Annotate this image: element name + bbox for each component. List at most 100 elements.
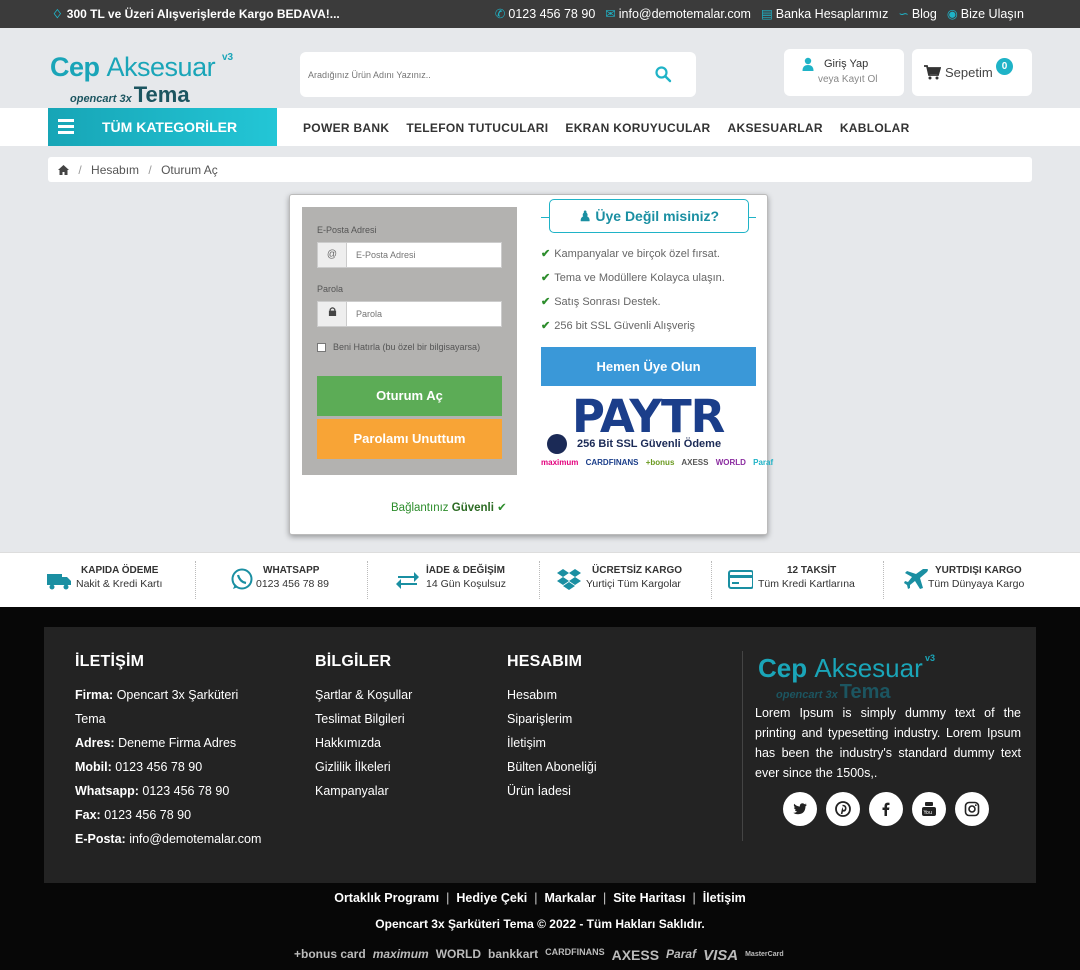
menu-item-aksesuarlar[interactable]: AKSESUARLAR	[728, 121, 823, 135]
user-icon	[802, 57, 814, 71]
contact-link[interactable]: İletişim	[703, 891, 746, 905]
sitemap-link[interactable]: Site Haritası	[613, 891, 685, 905]
footer-link[interactable]: Bülten Aboneliği	[507, 755, 597, 779]
payment-logo: bankkart	[488, 947, 539, 961]
forgot-password-button[interactable]: Parolamı Unuttum	[317, 419, 502, 459]
bank-logos: maximum CARDFINANS +bonus AXESS WORLD Pa…	[541, 458, 774, 467]
svg-text:You: You	[923, 810, 933, 816]
hamburger-icon	[58, 119, 74, 134]
breadcrumb-login[interactable]: Oturum Aç	[161, 163, 218, 177]
footer-panel: İLETİŞİM Firma: Opencart 3x Şarküteri Te…	[44, 627, 1036, 883]
remember-me-checkbox[interactable]	[317, 343, 326, 352]
footer-link[interactable]: İletişim	[507, 731, 597, 755]
footer-link[interactable]: Kampanyalar	[315, 779, 412, 803]
free-shipping-promo: ♢ 300 TL ve Üzeri Alışverişlerde Kargo BE…	[52, 7, 340, 21]
site-footer: İLETİŞİM Firma: Opencart 3x Şarküteri Te…	[0, 607, 1080, 970]
instagram-icon[interactable]	[955, 792, 989, 826]
twitter-icon[interactable]	[783, 792, 817, 826]
payment-logos: +bonus card maximum WORLD bankkart CARDF…	[294, 947, 784, 964]
feature-strip: KAPIDA ÖDEME Nakit & Kredi Kartı WHATSAP…	[0, 552, 1080, 607]
check-icon: ✔	[541, 248, 551, 260]
all-categories-button[interactable]: TÜM KATEGORİLER	[48, 108, 277, 146]
benefit-item: ✔ Tema ve Modüllere Kolayca ulaşın.	[541, 272, 725, 284]
menu-item-kablolar[interactable]: KABLOLAR	[840, 121, 910, 135]
benefit-item: ✔ Satış Sonrası Destek.	[541, 296, 661, 308]
exchange-icon	[396, 572, 419, 589]
facebook-icon[interactable]	[869, 792, 903, 826]
social-links: You	[783, 792, 989, 826]
credit-card-icon: ▤	[760, 7, 773, 21]
top-contact-link[interactable]: ◉ Bize Ulaşın	[947, 6, 1024, 21]
footer-info: BİLGİLER Şartlar & Koşullar Teslimat Bil…	[315, 653, 412, 803]
feature-free-shipping: ÜCRETSİZ KARGO Yurtiçi Tüm Kargolar	[557, 563, 697, 599]
footer-link[interactable]: Hesabım	[507, 683, 597, 707]
youtube-icon[interactable]: You	[912, 792, 946, 826]
login-card: E-Posta Adresi @ Parola Beni Hatırla (bu…	[289, 194, 773, 535]
menu-item-ekran-koruyucular[interactable]: EKRAN KORUYUCULAR	[565, 121, 710, 135]
password-label: Parola	[317, 284, 344, 294]
remember-me-label[interactable]: Beni Hatırla (bu özel bir bilgisayarsa)	[333, 340, 493, 354]
check-icon: ✔	[541, 272, 551, 284]
bell-icon: ♢	[52, 7, 63, 21]
check-icon: ✔	[541, 320, 551, 332]
paytr-secure-payment-logo: PAYTR 256 Bit SSL Güvenli Ödeme maximum …	[541, 390, 773, 474]
cart-count-badge: 0	[996, 58, 1013, 75]
search-icon[interactable]	[654, 65, 672, 83]
footer-logo[interactable]: Cep Aksesuar v3 opencart 3x Tema	[758, 653, 948, 703]
footer-link[interactable]: Siparişlerim	[507, 707, 597, 731]
email-field[interactable]	[356, 248, 496, 262]
at-icon: @	[318, 243, 347, 267]
rss-icon: ∽	[898, 7, 909, 21]
payment-logo: MasterCard	[745, 951, 784, 958]
home-icon[interactable]	[58, 165, 69, 175]
benefit-item: ✔ Kampanyalar ve birçok özel fırsat.	[541, 248, 720, 260]
padlock-icon	[547, 434, 567, 454]
footer-link[interactable]: Gizlilik İlkeleri	[315, 755, 412, 779]
lock-icon	[318, 302, 347, 326]
password-field-group	[317, 301, 502, 327]
footer-bottom-links: Ortaklık Programı | Hediye Çeki | Markalar | S…	[334, 891, 746, 905]
login-register-button[interactable]: Giriş Yap veya Kayıt Ol	[784, 49, 904, 96]
menu-item-telefon-tutuculari[interactable]: TELEFON TUTUCULARI	[406, 121, 548, 135]
top-blog-link[interactable]: ∽ Blog	[898, 6, 937, 21]
not-member-heading: ♟ Üye Değil misiniz?	[549, 199, 749, 233]
footer-link[interactable]: Teslimat Bilgileri	[315, 707, 412, 731]
footer-contact: İLETİŞİM Firma: Opencart 3x Şarküteri Te…	[75, 653, 262, 846]
footer-link[interactable]: Ürün İadesi	[507, 779, 597, 803]
truck-icon	[47, 574, 71, 590]
login-button[interactable]: Oturum Aç	[317, 376, 502, 416]
affiliate-link[interactable]: Ortaklık Programı	[334, 891, 439, 905]
feature-whatsapp: WHATSAPP 0123 456 78 89	[231, 563, 351, 599]
feature-returns: İADE & DEĞİŞİM 14 Gün Koşulsuz	[395, 563, 525, 599]
top-links: ✆ 0123 456 78 90 ✉ info@demotemalar.com ▤ B…	[495, 6, 1024, 21]
search-input[interactable]	[308, 64, 628, 86]
check-icon: ✔	[497, 502, 507, 514]
search-box	[300, 52, 696, 97]
envelope-icon: ✉	[605, 7, 616, 21]
top-bank-link[interactable]: ▤ Banka Hesaplarımız	[761, 6, 888, 21]
site-logo[interactable]: Cep Aksesuar v3 opencart 3xTema	[50, 52, 240, 107]
feature-installments: 12 TAKSİT Tüm Kredi Kartlarına	[728, 563, 870, 599]
top-email-link[interactable]: ✉ info@demotemalar.com	[605, 6, 751, 21]
phone-icon: ✆	[494, 7, 506, 21]
payment-logo: WORLD	[435, 947, 482, 961]
register-button[interactable]: Hemen Üye Olun	[541, 347, 756, 386]
top-bar: ♢ 300 TL ve Üzeri Alışverişlerde Kargo BE…	[0, 0, 1080, 28]
pinterest-icon[interactable]	[826, 792, 860, 826]
benefit-item: ✔ 256 bit SSL Güvenli Alışveriş	[541, 320, 696, 332]
cart-button[interactable]: Sepetim 0	[912, 49, 1032, 96]
feature-cash-on-delivery: KAPIDA ÖDEME Nakit & Kredi Kartı	[47, 563, 187, 599]
payment-logo: AXESS	[611, 947, 660, 963]
footer-link[interactable]: Hakkımızda	[315, 731, 412, 755]
email-label: E-Posta Adresi	[317, 225, 377, 235]
top-phone-link[interactable]: ✆ 0123 456 78 90	[495, 6, 595, 21]
menu-item-power-bank[interactable]: POWER BANK	[303, 121, 389, 135]
footer-link[interactable]: Şartlar & Koşullar	[315, 683, 412, 707]
payment-logo: maximum	[372, 947, 429, 961]
secure-connection-note: Bağlantınız Güvenli ✔	[391, 502, 507, 514]
brands-link[interactable]: Markalar	[545, 891, 596, 905]
password-field[interactable]	[356, 307, 496, 321]
footer-about-text: Lorem Ipsum is simply dummy text of the …	[755, 706, 1021, 780]
gift-voucher-link[interactable]: Hediye Çeki	[456, 891, 527, 905]
breadcrumb-account[interactable]: Hesabım	[91, 163, 139, 177]
